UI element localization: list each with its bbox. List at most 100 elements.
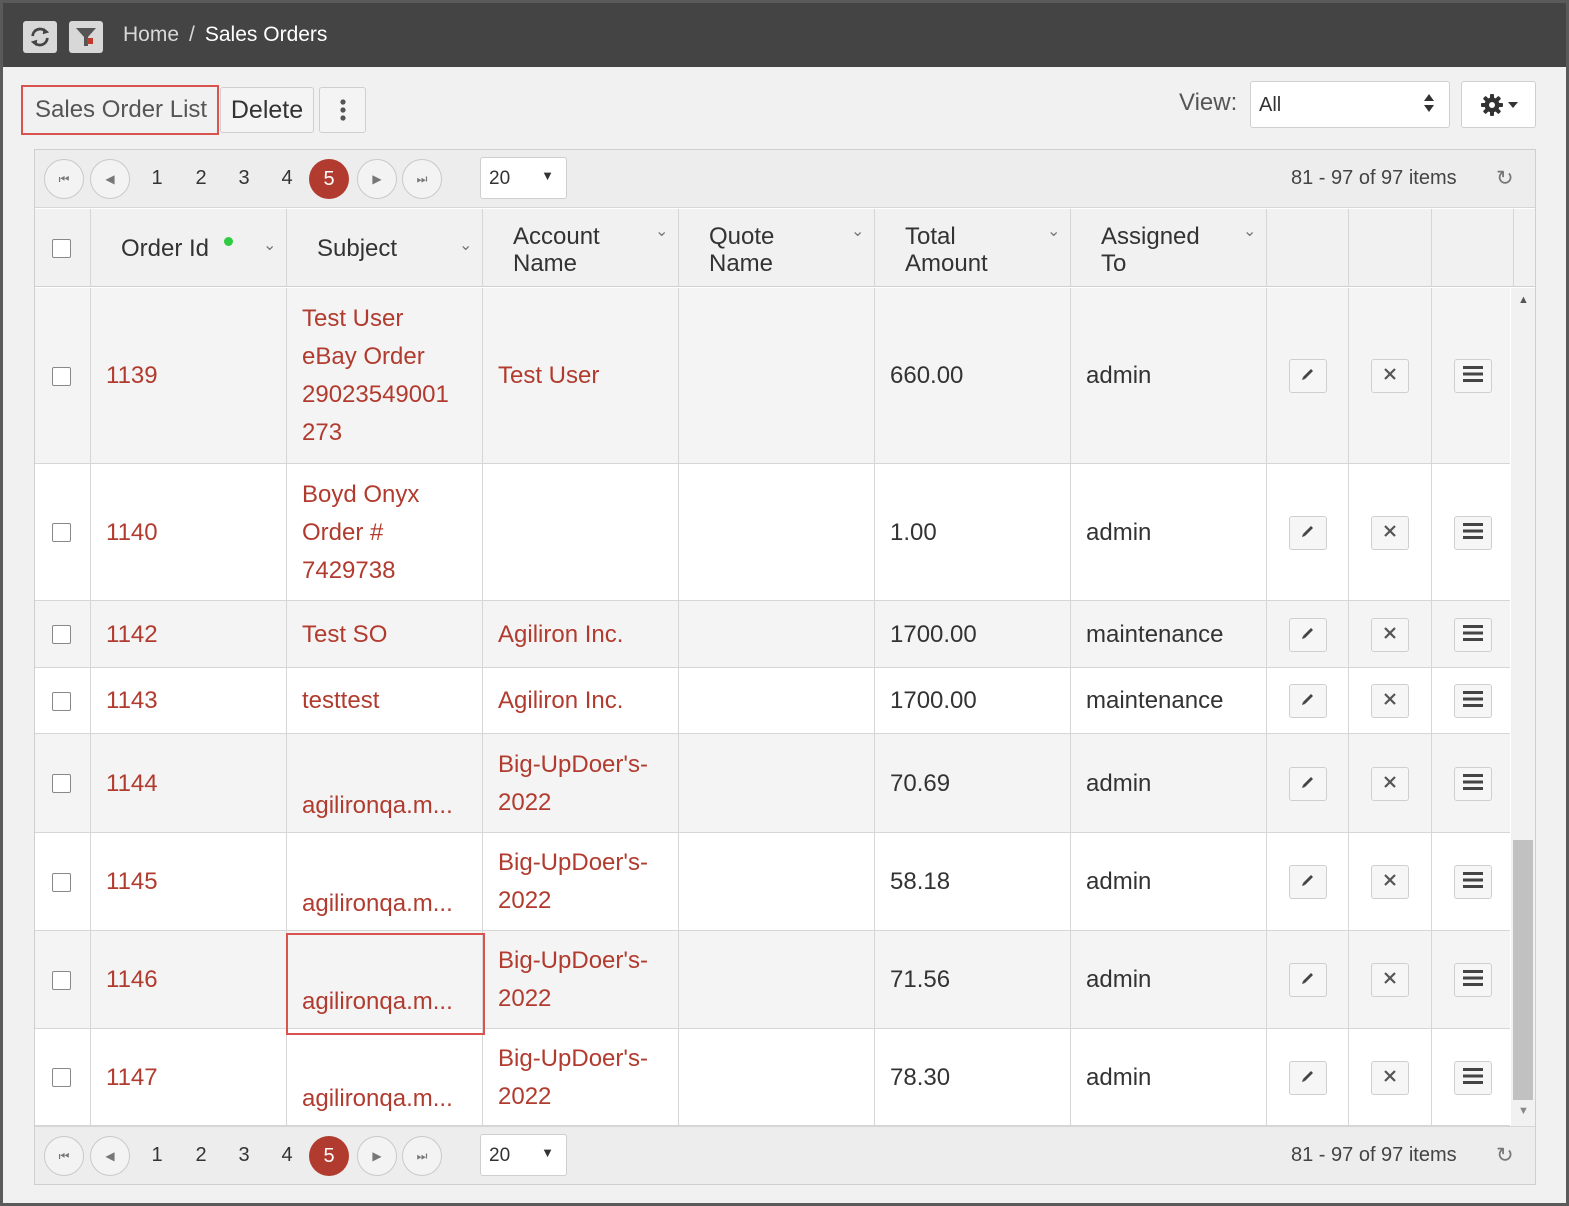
order-id-link[interactable]: 1143 [106,682,158,720]
account-name-link[interactable]: 2022 [498,882,551,920]
vertical-scrollbar[interactable]: ▲ ▼ [1511,288,1535,1126]
subject-link[interactable]: 7429738 [302,552,395,590]
delete-row-button[interactable] [1371,767,1409,801]
column-menu-icon[interactable]: ⌄ [851,221,864,241]
row-menu-button[interactable] [1454,963,1492,997]
page-link-4[interactable]: 4 [272,167,302,190]
account-name-link[interactable]: 2022 [498,980,551,1018]
page-size-select[interactable]: 20 ▼ [480,1134,567,1176]
pager-refresh-icon[interactable]: ↻ [1496,166,1514,191]
account-name-link[interactable]: Big-UpDoer's- [498,746,648,784]
row-menu-button[interactable] [1454,684,1492,718]
order-id-link[interactable]: 1144 [106,765,158,803]
account-name-link[interactable]: Big-UpDoer's- [498,942,648,980]
subject-link[interactable]: 29023549001 [302,376,449,414]
account-name-link[interactable]: Agiliron Inc. [498,682,623,720]
row-menu-button[interactable] [1454,865,1492,899]
column-menu-icon[interactable]: ⌄ [459,235,472,255]
edit-button[interactable] [1289,767,1327,801]
next-page-button[interactable]: ▶ [357,1136,397,1176]
last-page-button[interactable]: ⏭ [402,159,442,199]
delete-button[interactable]: Delete [220,87,314,133]
first-page-button[interactable]: ⏮ [44,159,84,199]
row-checkbox[interactable] [52,523,71,542]
account-name-link[interactable]: 2022 [498,784,551,822]
subject-link[interactable]: agilironqa.m... [302,1080,453,1118]
order-id-link[interactable]: 1140 [106,514,158,552]
delete-row-button[interactable] [1371,1061,1409,1095]
delete-row-button[interactable] [1371,516,1409,550]
page-link-2[interactable]: 2 [186,167,216,190]
select-all-checkbox[interactable] [52,239,71,258]
row-menu-button[interactable] [1454,516,1492,550]
subject-link[interactable]: 273 [302,414,342,452]
subject-link[interactable]: testtest [302,682,379,720]
prev-page-button[interactable]: ◀ [90,1136,130,1176]
account-name-link[interactable]: Big-UpDoer's- [498,1040,648,1078]
column-menu-icon[interactable]: ⌄ [1243,221,1256,241]
column-menu-icon[interactable]: ⌄ [1047,221,1060,241]
refresh-button[interactable] [23,21,57,53]
page-link-1[interactable]: 1 [142,1144,172,1167]
column-order-id[interactable]: Order Id ⌄ [91,209,287,287]
row-menu-button[interactable] [1454,618,1492,652]
subject-link[interactable]: Order # [302,514,383,552]
page-link-3[interactable]: 3 [229,167,259,190]
delete-row-button[interactable] [1371,963,1409,997]
view-select[interactable]: All [1250,81,1450,128]
edit-button[interactable] [1289,963,1327,997]
account-name-link[interactable]: 2022 [498,1078,551,1116]
column-subject[interactable]: Subject ⌄ [287,209,483,287]
subject-link[interactable]: agilironqa.m... [302,885,453,923]
page-link-3[interactable]: 3 [229,1144,259,1167]
delete-row-button[interactable] [1371,865,1409,899]
row-menu-button[interactable] [1454,767,1492,801]
subject-link[interactable]: Test User [302,300,403,338]
page-link-2[interactable]: 2 [186,1144,216,1167]
more-actions-button[interactable] [319,87,366,133]
order-id-link[interactable]: 1146 [106,961,158,999]
row-checkbox[interactable] [52,1068,71,1087]
edit-button[interactable] [1289,684,1327,718]
row-menu-button[interactable] [1454,1061,1492,1095]
settings-button[interactable] [1461,81,1536,128]
row-checkbox[interactable] [52,971,71,990]
column-menu-icon[interactable]: ⌄ [655,221,668,241]
next-page-button[interactable]: ▶ [357,159,397,199]
edit-button[interactable] [1289,865,1327,899]
row-checkbox[interactable] [52,692,71,711]
edit-button[interactable] [1289,618,1327,652]
subject-link[interactable]: Boyd Onyx [302,476,419,514]
page-link-4[interactable]: 4 [272,1144,302,1167]
edit-button[interactable] [1289,359,1327,393]
subject-link[interactable]: agilironqa.m... [302,787,453,825]
order-id-link[interactable]: 1139 [106,357,158,395]
delete-row-button[interactable] [1371,359,1409,393]
prev-page-button[interactable]: ◀ [90,159,130,199]
column-total-amount[interactable]: Total Amount ⌄ [875,209,1071,287]
row-checkbox[interactable] [52,774,71,793]
pager-refresh-icon[interactable]: ↻ [1496,1143,1514,1168]
row-checkbox[interactable] [52,625,71,644]
first-page-button[interactable]: ⏮ [44,1136,84,1176]
row-menu-button[interactable] [1454,359,1492,393]
order-id-link[interactable]: 1142 [106,616,158,654]
column-assigned-to[interactable]: Assigned To ⌄ [1071,209,1267,287]
scroll-up-icon[interactable]: ▲ [1518,294,1529,306]
filter-button[interactable] [69,21,103,53]
row-checkbox[interactable] [52,367,71,386]
order-id-link[interactable]: 1145 [106,863,158,901]
delete-row-button[interactable] [1371,684,1409,718]
breadcrumb-home-link[interactable]: Home [123,23,179,46]
delete-row-button[interactable] [1371,618,1409,652]
account-name-link[interactable]: Agiliron Inc. [498,616,623,654]
page-link-1[interactable]: 1 [142,167,172,190]
account-name-link[interactable]: Big-UpDoer's- [498,844,648,882]
subject-link[interactable]: eBay Order [302,338,425,376]
edit-button[interactable] [1289,516,1327,550]
scroll-down-icon[interactable]: ▼ [1518,1105,1529,1117]
last-page-button[interactable]: ⏭ [402,1136,442,1176]
account-name-link[interactable]: Test User [498,357,599,395]
column-quote-name[interactable]: Quote Name ⌄ [679,209,875,287]
page-size-select[interactable]: 20 ▼ [480,157,567,199]
